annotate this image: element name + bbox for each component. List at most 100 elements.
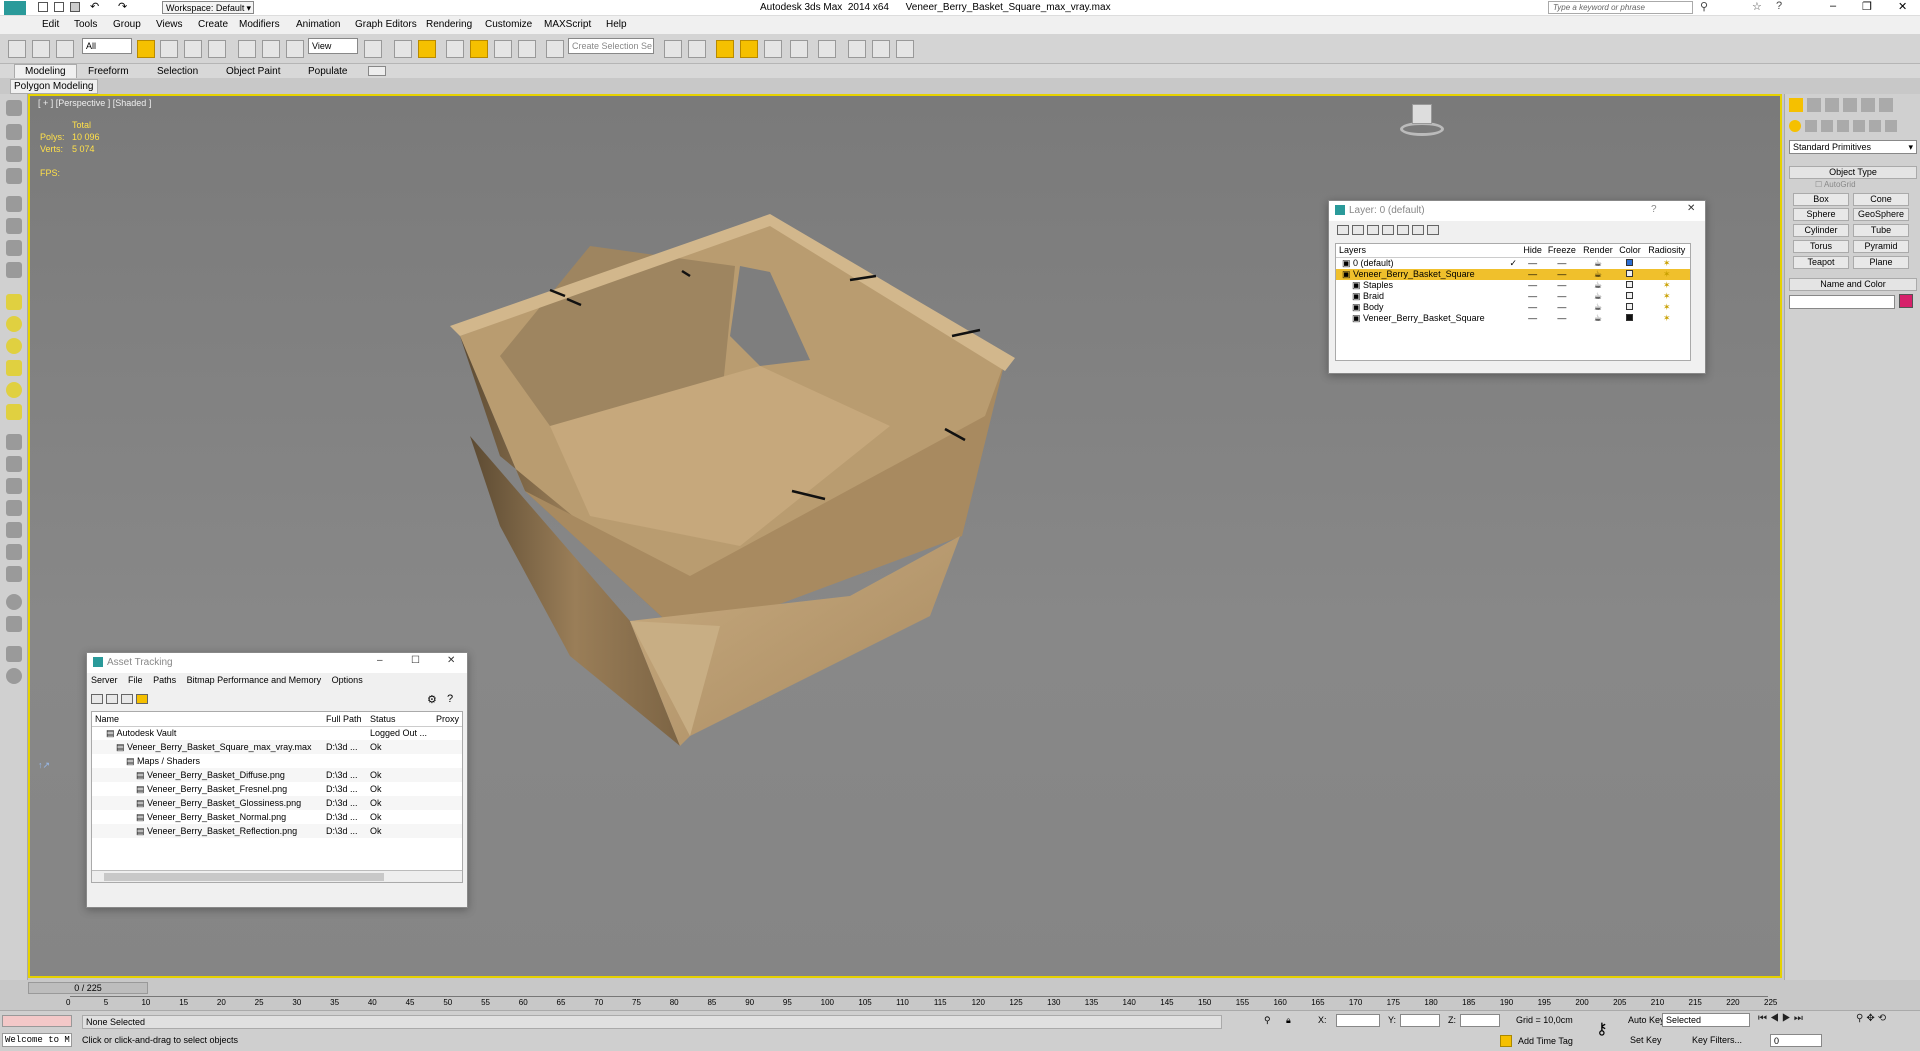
vault-icon[interactable]: ⚙ — [427, 693, 437, 706]
add-time-tag[interactable]: Add Time Tag — [1518, 1036, 1573, 1046]
layer-color-swatch[interactable] — [1626, 314, 1634, 321]
hide-all-icon[interactable] — [1412, 225, 1424, 236]
render-teapot-icon[interactable]: ☕︎ — [1579, 302, 1616, 313]
asset-row[interactable]: ▤ Veneer_Berry_Basket_Fresnel.png D:\3d .… — [92, 782, 462, 796]
refresh-icon[interactable] — [91, 694, 103, 705]
playback-controls[interactable]: ⏮◀▶⏭ — [1758, 1013, 1806, 1024]
align-icon[interactable] — [688, 40, 706, 58]
link-icon[interactable] — [8, 40, 26, 58]
layer-row[interactable]: ▣ Braid — — ☕︎ ✶ — [1336, 291, 1690, 302]
restore-icon[interactable]: ❐ — [1862, 0, 1872, 13]
cameras-icon[interactable] — [1837, 120, 1849, 132]
torus-button[interactable]: Torus — [1793, 240, 1849, 253]
angle-snap-icon[interactable] — [470, 40, 488, 58]
geometry-icon[interactable] — [1789, 120, 1801, 132]
asset-name-cell[interactable]: ▤ Autodesk Vault — [92, 726, 326, 740]
torus-icon[interactable] — [6, 404, 22, 420]
asset-name-cell[interactable]: ▤ Veneer_Berry_Basket_Diffuse.png — [92, 768, 326, 782]
plane-button[interactable]: Plane — [1853, 256, 1909, 269]
create-tab-icon[interactable] — [1789, 98, 1803, 112]
box-button[interactable]: Box — [1793, 193, 1849, 206]
list-view-icon[interactable] — [106, 694, 118, 705]
key-filters-button[interactable]: Key Filters... — [1692, 1035, 1742, 1045]
current-layer-check-icon[interactable]: ✓ — [1509, 258, 1517, 269]
maximize-icon[interactable]: ☐ — [411, 655, 420, 666]
close-icon[interactable]: ✕ — [1898, 0, 1907, 13]
menu-create[interactable]: Create — [198, 19, 228, 30]
rectangular-selection-icon[interactable] — [184, 40, 202, 58]
asset-name-cell[interactable]: ▤ Veneer_Berry_Basket_Reflection.png — [92, 824, 326, 838]
help-icon[interactable]: ? — [1651, 204, 1657, 215]
grid-icon[interactable] — [6, 616, 22, 632]
isolate-icon[interactable]: ⚲ — [1264, 1015, 1271, 1026]
close-icon[interactable]: ✕ — [447, 655, 455, 666]
tab-modeling[interactable]: Modeling — [14, 64, 77, 78]
scrollbar-thumb[interactable] — [104, 873, 384, 881]
spinner-snap-icon[interactable] — [518, 40, 536, 58]
reference-coordinate-dropdown[interactable]: View — [308, 38, 358, 54]
percent-snap-icon[interactable] — [494, 40, 512, 58]
new-file-icon[interactable] — [38, 2, 48, 12]
current-frame-input[interactable]: 0 — [1770, 1034, 1822, 1047]
pyramid-button[interactable]: Pyramid — [1853, 240, 1909, 253]
layer-color-cell[interactable] — [1616, 280, 1643, 291]
systems-icon[interactable] — [1885, 120, 1897, 132]
asset-row[interactable]: ▤ Maps / Shaders — [92, 754, 462, 768]
maxscript-input[interactable]: Welcome to M — [2, 1033, 72, 1047]
asset-row[interactable]: ▤ Veneer_Berry_Basket_Diffuse.png D:\3d .… — [92, 768, 462, 782]
lights-icon[interactable] — [1821, 120, 1833, 132]
container-icon[interactable] — [6, 100, 22, 116]
render-teapot-icon[interactable]: ☕︎ — [1579, 313, 1616, 324]
pivot-center-icon[interactable] — [364, 40, 382, 58]
asset-row[interactable]: ▤ Veneer_Berry_Basket_Normal.png D:\3d ..… — [92, 810, 462, 824]
help-icon[interactable]: ? — [447, 693, 453, 705]
select-object-icon[interactable] — [137, 40, 155, 58]
teapot-button[interactable]: Teapot — [1793, 256, 1849, 269]
sun-icon[interactable] — [6, 382, 22, 398]
menu-help[interactable]: Help — [606, 19, 627, 30]
mirror-icon[interactable] — [664, 40, 682, 58]
helper-icon[interactable] — [6, 240, 22, 256]
minimize-icon[interactable]: – — [1830, 0, 1836, 12]
maxscript-listener-mini[interactable] — [2, 1015, 72, 1027]
spacewarp-icon[interactable] — [6, 262, 22, 278]
auto-key-button[interactable]: Auto Key — [1628, 1015, 1665, 1025]
x-coordinate-input[interactable] — [1336, 1014, 1380, 1027]
cone-button[interactable]: Cone — [1853, 193, 1909, 206]
col-proxy[interactable]: Proxy — [436, 712, 462, 726]
script-icon[interactable] — [6, 646, 22, 662]
layer-manager-icon[interactable] — [6, 146, 22, 162]
close-icon[interactable]: ✕ — [1687, 203, 1695, 214]
geosphere-button[interactable]: GeoSphere — [1853, 208, 1909, 221]
minimize-icon[interactable]: – — [377, 655, 383, 666]
asset-row[interactable]: ▤ Autodesk Vault Logged Out ... — [92, 726, 462, 740]
move-icon[interactable] — [238, 40, 256, 58]
app-logo-icon[interactable] — [4, 1, 26, 15]
layer-color-cell[interactable] — [1616, 291, 1643, 302]
shapes-icon[interactable] — [1805, 120, 1817, 132]
menu-bitmap-performance[interactable]: Bitmap Performance and Memory — [187, 675, 322, 685]
camera-icon[interactable] — [6, 218, 22, 234]
time-slider[interactable]: 0 / 225 — [28, 982, 148, 994]
question-icon[interactable] — [6, 668, 22, 684]
menu-file[interactable]: File — [128, 675, 143, 685]
menu-edit[interactable]: Edit — [42, 19, 59, 30]
col-radiosity[interactable]: Radiosity — [1644, 244, 1691, 257]
key-icon[interactable]: ⚷ — [1596, 1019, 1608, 1039]
radiosity-icon[interactable]: ✶ — [1644, 257, 1691, 269]
render-teapot-icon[interactable]: ☕︎ — [1579, 269, 1616, 280]
bind-space-warp-icon[interactable] — [56, 40, 74, 58]
menu-customize[interactable]: Customize — [485, 19, 532, 30]
wrench-icon[interactable] — [6, 544, 22, 560]
tab-polygon-modeling[interactable]: Polygon Modeling — [10, 79, 98, 94]
col-layers[interactable]: Layers — [1336, 244, 1521, 257]
unlink-icon[interactable] — [32, 40, 50, 58]
select-objects-icon[interactable] — [1382, 225, 1394, 236]
radiosity-icon[interactable]: ✶ — [1644, 291, 1691, 302]
layer-color-cell[interactable] — [1616, 257, 1643, 269]
col-render[interactable]: Render — [1579, 244, 1616, 257]
selection-filter-dropdown[interactable]: All — [82, 38, 132, 54]
menu-maxscript[interactable]: MAXScript — [544, 19, 591, 30]
col-color[interactable]: Color — [1616, 244, 1643, 257]
layer-row[interactable]: ▣ 0 (default) ✓ — — ☕︎ ✶ — [1336, 257, 1690, 269]
